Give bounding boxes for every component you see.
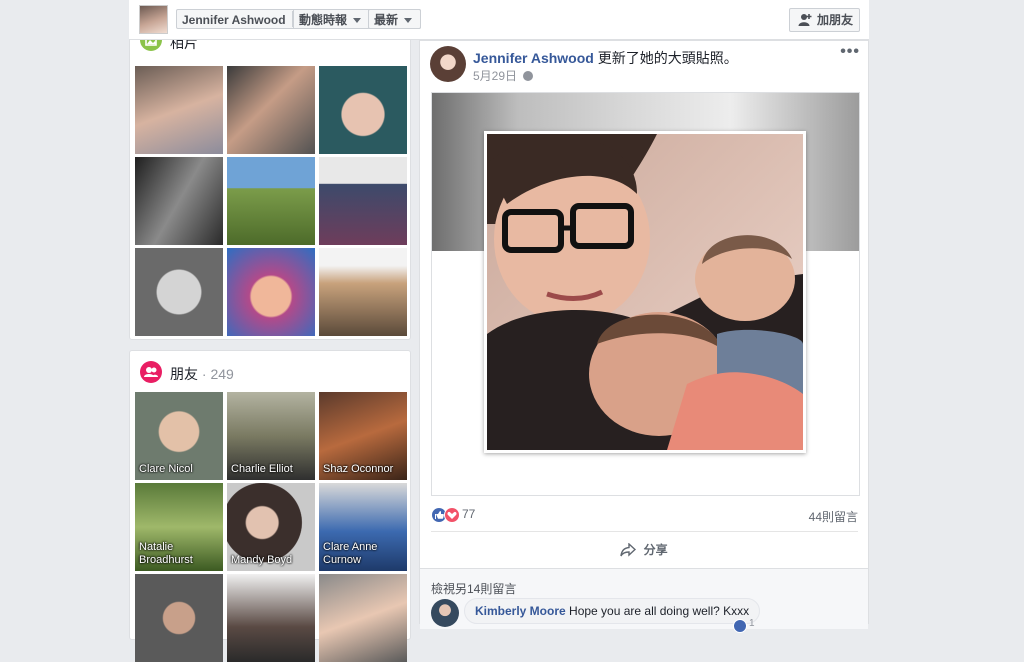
friend-name[interactable]: Charlie Elliot (231, 463, 311, 476)
timeline-dropdown[interactable]: 動態時報 (293, 9, 369, 29)
profile-photo[interactable] (487, 134, 803, 450)
add-friend-button[interactable]: 加朋友 (789, 8, 860, 32)
photo-tile[interactable] (227, 66, 315, 154)
sort-label: 最新 (374, 13, 399, 27)
friend-tile[interactable]: Clare Nicol (135, 392, 223, 480)
post-action-text: 更新了她的大頭貼照。 (597, 50, 738, 66)
add-friend-label: 加朋友 (817, 13, 854, 27)
comments-section: 檢視另14則留言 Kimberly Moore Hope you are all… (420, 568, 868, 633)
friends-title-text: 朋友 (170, 366, 198, 382)
friends-count: · 249 (201, 366, 234, 382)
post-author-link[interactable]: Jennifer Ashwood (473, 50, 594, 66)
love-reaction-icon (444, 507, 460, 523)
commenter-avatar[interactable] (431, 599, 459, 627)
divider (431, 531, 858, 532)
view-more-comments-link[interactable]: 檢視另14則留言 (431, 580, 516, 597)
comment-like-icon (733, 619, 747, 633)
friend-name[interactable]: Mandy Boyd (231, 554, 311, 567)
add-friend-icon (798, 14, 812, 26)
profile-picture-post: Jennifer Ashwood 更新了她的大頭貼照。 5月29日 ••• 77… (419, 40, 869, 633)
friend-tile[interactable] (319, 574, 407, 662)
comment-bubble: Kimberly Moore Hope you are all doing we… (464, 598, 761, 624)
photo-tile[interactable] (227, 157, 315, 245)
friend-tile[interactable]: Shaz Oconnor (319, 392, 407, 480)
chevron-down-icon (404, 18, 413, 24)
photo-tile[interactable] (135, 66, 223, 154)
friend-tile[interactable] (227, 574, 315, 662)
post-author-avatar[interactable] (430, 46, 466, 82)
photo-tile[interactable] (319, 66, 407, 154)
friend-tile[interactable] (135, 574, 223, 662)
friends-icon (140, 361, 162, 383)
timeline-label: 動態時報 (299, 13, 348, 27)
friends-title: 朋友 · 249 (170, 364, 234, 384)
post-media[interactable] (431, 92, 860, 496)
friend-tile[interactable]: Natalie Broadhurst (135, 483, 223, 571)
photo-tile[interactable] (135, 157, 223, 245)
post-options-button[interactable]: ••• (840, 43, 860, 61)
friend-tile[interactable]: Charlie Elliot (227, 392, 315, 480)
share-icon (620, 543, 637, 557)
comments-count-link[interactable]: 44則留言 (809, 508, 858, 525)
photo-tile[interactable] (227, 248, 315, 336)
photos-card: 相片 (129, 26, 411, 340)
chevron-down-icon (353, 18, 362, 24)
post-header: Jennifer Ashwood 更新了她的大頭貼照。 (473, 48, 738, 68)
profile-name-link[interactable]: Jennifer Ashwood (182, 13, 286, 27)
comment-text: Hope you are all doing well? Kxxx (569, 604, 750, 618)
friend-name[interactable]: Shaz Oconnor (323, 463, 403, 476)
post-date[interactable]: 5月29日 (473, 69, 517, 83)
sort-dropdown[interactable]: 最新 (368, 9, 421, 29)
friends-card: 朋友 · 249 Clare Nicol Charlie Elliot Shaz… (129, 350, 411, 662)
post-timestamp[interactable]: 5月29日 (473, 67, 534, 84)
profile-sticky-header: Jennifer Ashwood 動態時報 最新 加朋友 (129, 0, 869, 40)
globe-icon (523, 71, 534, 81)
friend-name[interactable]: Clare Anne Curnow (323, 541, 403, 567)
photo-tile[interactable] (319, 248, 407, 336)
commenter-name-link[interactable]: Kimberly Moore (475, 604, 566, 618)
friend-tile[interactable]: Clare Anne Curnow (319, 483, 407, 571)
reactions-count[interactable]: 77 (462, 507, 475, 521)
photo-tile[interactable] (135, 248, 223, 336)
photo-tile[interactable] (319, 157, 407, 245)
profile-photo-frame (484, 131, 806, 453)
profile-avatar[interactable] (139, 5, 168, 34)
friend-tile[interactable]: Mandy Boyd (227, 483, 315, 571)
share-button[interactable]: 分享 (420, 541, 868, 558)
share-label: 分享 (643, 543, 668, 557)
friend-name[interactable]: Natalie Broadhurst (139, 541, 219, 567)
friend-name[interactable]: Clare Nicol (139, 463, 219, 476)
